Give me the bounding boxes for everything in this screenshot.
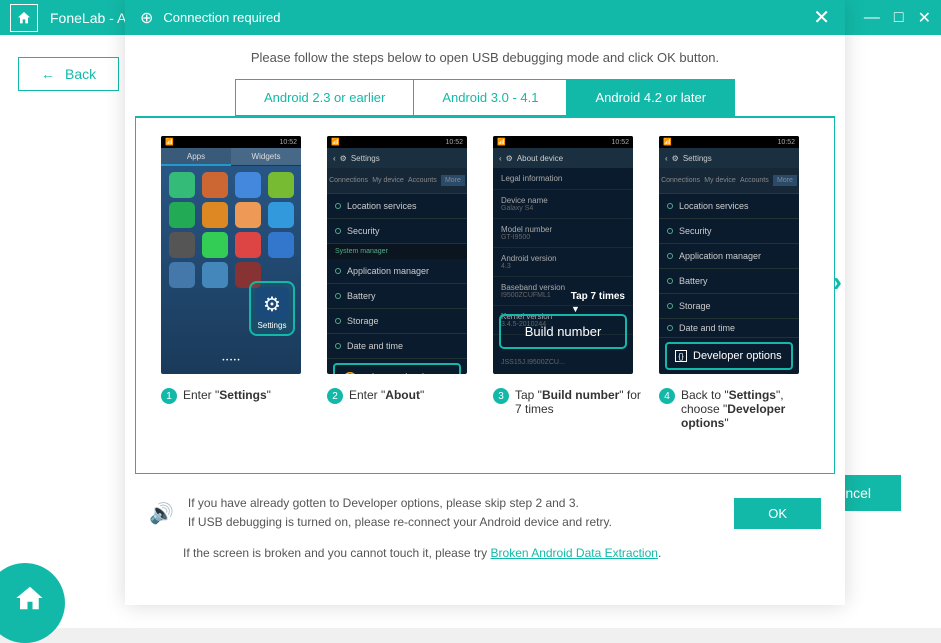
shield-icon: ⊕ [140, 8, 153, 28]
home-fab[interactable] [0, 563, 65, 643]
back-button[interactable]: ← Back [18, 57, 119, 91]
close-icon[interactable]: ✕ [813, 5, 830, 30]
connection-dialog: ⊕ Connection required ✕ Please follow th… [125, 0, 845, 605]
phone-screenshot-3: 📶10:52 ‹⚙About device Legal information … [493, 136, 633, 374]
speaker-icon: 🔊 [149, 501, 174, 526]
broken-android-link[interactable]: Broken Android Data Extraction [491, 546, 658, 560]
instruction-text: Please follow the steps below to open US… [125, 35, 845, 79]
note-2: If USB debugging is turned on, please re… [188, 513, 720, 532]
step-4: 📶10:52 ‹⚙Settings ConnectionsMy deviceAc… [659, 136, 809, 430]
version-tabs: Android 2.3 or earlier Android 3.0 - 4.1… [125, 79, 845, 116]
minimize-icon[interactable]: — [864, 9, 880, 27]
step-2: 📶10:52 ‹⚙Settings ConnectionsMy deviceAc… [327, 136, 477, 430]
tab-android-42[interactable]: Android 4.2 or later [566, 79, 735, 116]
home-icon[interactable] [10, 4, 38, 32]
step-3: 📶10:52 ‹⚙About device Legal information … [493, 136, 643, 430]
steps-frame: 📶10:52 AppsWidgets ⚙ Settings • • • • • … [135, 116, 835, 474]
back-label: Back [65, 66, 96, 82]
tab-android-23[interactable]: Android 2.3 or earlier [235, 79, 413, 116]
footer-notes: 🔊 If you have already gotten to Develope… [125, 484, 845, 570]
dialog-title: Connection required [163, 10, 803, 25]
broken-screen-note: If the screen is broken and you cannot t… [183, 546, 821, 560]
phone-screenshot-4: 📶10:52 ‹⚙Settings ConnectionsMy deviceAc… [659, 136, 799, 374]
dialog-header: ⊕ Connection required ✕ [125, 0, 845, 35]
step-1: 📶10:52 AppsWidgets ⚙ Settings • • • • • … [161, 136, 311, 430]
maximize-icon[interactable]: □ [894, 9, 904, 27]
tab-android-30[interactable]: Android 3.0 - 4.1 [413, 79, 566, 116]
arrow-left-icon: ← [41, 66, 55, 82]
close-window-icon[interactable]: ✕ [918, 8, 931, 28]
phone-screenshot-2: 📶10:52 ‹⚙Settings ConnectionsMy deviceAc… [327, 136, 467, 374]
note-1: If you have already gotten to Developer … [188, 494, 720, 513]
next-arrow-icon[interactable]: › [833, 266, 842, 298]
phone-screenshot-1: 📶10:52 AppsWidgets ⚙ Settings • • • • • [161, 136, 301, 374]
ok-button[interactable]: OK [734, 498, 821, 529]
